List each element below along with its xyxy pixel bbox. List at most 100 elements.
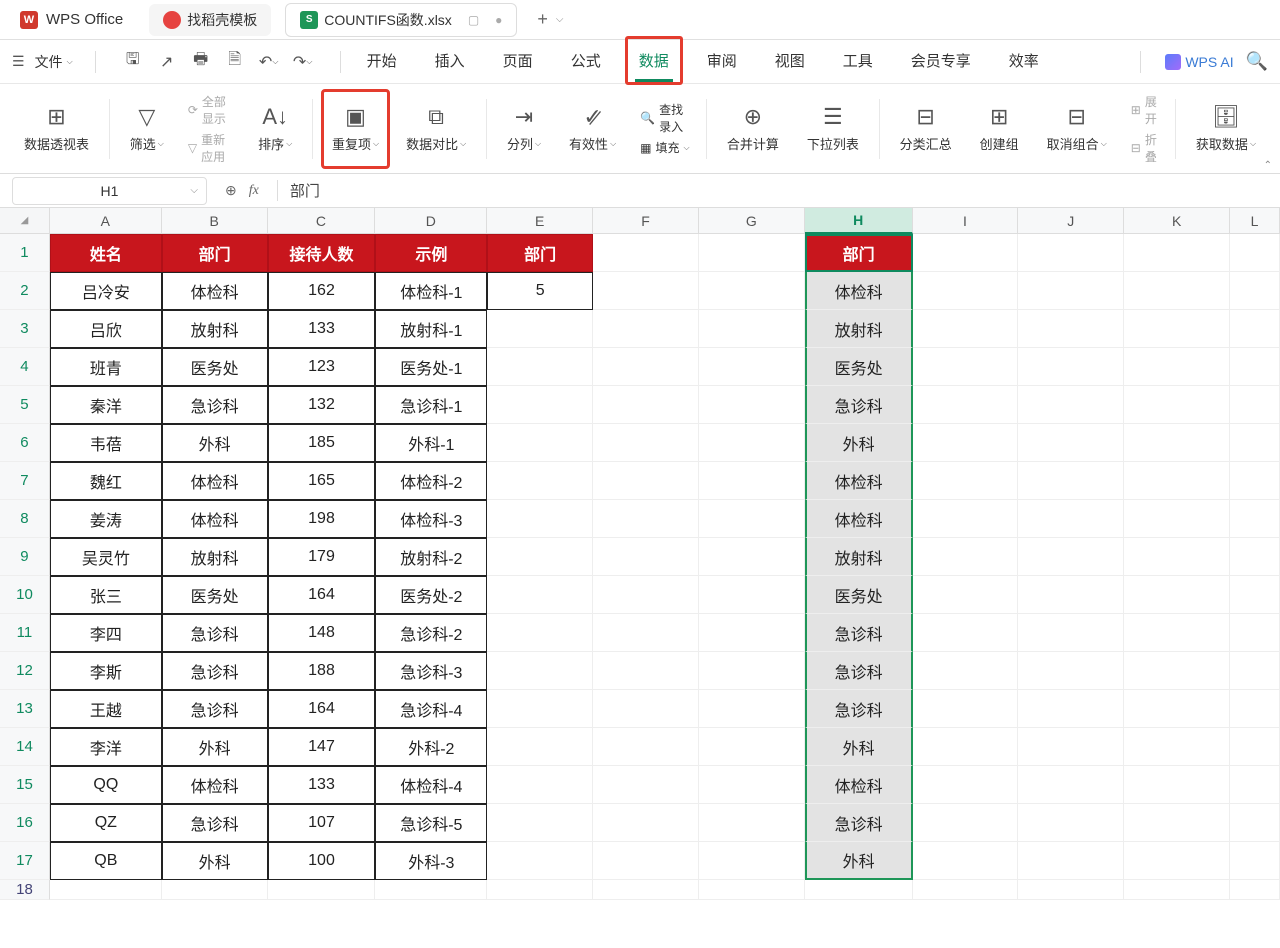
cell-G6[interactable] xyxy=(699,424,805,462)
print-preview-icon[interactable]: 🗎 xyxy=(226,53,244,71)
cell-D1[interactable]: 示例 xyxy=(375,234,487,272)
cell-L3[interactable] xyxy=(1230,310,1280,348)
cell-D6[interactable]: 外科-1 xyxy=(375,424,487,462)
cell-K3[interactable] xyxy=(1124,310,1230,348)
cell-E9[interactable] xyxy=(487,538,593,576)
cell-G4[interactable] xyxy=(699,348,805,386)
cell-C13[interactable]: 164 xyxy=(268,690,376,728)
cell-B3[interactable]: 放射科 xyxy=(162,310,268,348)
cell-K12[interactable] xyxy=(1124,652,1230,690)
undo-icon[interactable]: ↶⌵ xyxy=(260,53,278,71)
new-tab-button[interactable]: + xyxy=(537,9,548,30)
hamburger-icon[interactable]: ☰ xyxy=(12,53,25,70)
cell-D9[interactable]: 放射科-2 xyxy=(375,538,487,576)
cell-J3[interactable] xyxy=(1018,310,1124,348)
row-header[interactable]: 17 xyxy=(0,842,50,880)
row-header[interactable]: 3 xyxy=(0,310,50,348)
cell-B2[interactable]: 体检科 xyxy=(162,272,268,310)
menu-tools[interactable]: 工具 xyxy=(839,42,877,82)
cell-G18[interactable] xyxy=(699,880,805,900)
menu-insert[interactable]: 插入 xyxy=(431,42,469,82)
cell-B10[interactable]: 医务处 xyxy=(162,576,268,614)
cell-C11[interactable]: 148 xyxy=(268,614,376,652)
cell-D8[interactable]: 体检科-3 xyxy=(375,500,487,538)
cell-D14[interactable]: 外科-2 xyxy=(375,728,487,766)
cell-H18[interactable] xyxy=(805,880,913,900)
cell-A14[interactable]: 李洋 xyxy=(50,728,162,766)
cell-D18[interactable] xyxy=(375,880,487,900)
cell-J7[interactable] xyxy=(1018,462,1124,500)
menu-review[interactable]: 审阅 xyxy=(703,42,741,82)
cell-L13[interactable] xyxy=(1230,690,1280,728)
cell-K5[interactable] xyxy=(1124,386,1230,424)
row-header[interactable]: 7 xyxy=(0,462,50,500)
cell-F16[interactable] xyxy=(593,804,699,842)
tab-close-icon[interactable]: ● xyxy=(495,13,502,27)
cell-F5[interactable] xyxy=(593,386,699,424)
subtotal-button[interactable]: ⊟ 分类汇总 xyxy=(888,89,964,169)
cell-L18[interactable] xyxy=(1230,880,1280,900)
cell-I17[interactable] xyxy=(913,842,1019,880)
cell-B1[interactable]: 部门 xyxy=(162,234,268,272)
cell-A1[interactable]: 姓名 xyxy=(50,234,162,272)
cell-G10[interactable] xyxy=(699,576,805,614)
cell-C10[interactable]: 164 xyxy=(268,576,376,614)
cell-E18[interactable] xyxy=(487,880,593,900)
cell-G13[interactable] xyxy=(699,690,805,728)
cell-G8[interactable] xyxy=(699,500,805,538)
cell-B16[interactable]: 急诊科 xyxy=(162,804,268,842)
cell-E12[interactable] xyxy=(487,652,593,690)
filter-button[interactable]: ▽ 筛选⌵ xyxy=(118,89,176,169)
cell-K18[interactable] xyxy=(1124,880,1230,900)
wps-ai-button[interactable]: WPS AI xyxy=(1165,54,1233,70)
cell-G9[interactable] xyxy=(699,538,805,576)
cell-K2[interactable] xyxy=(1124,272,1230,310)
cell-C12[interactable]: 188 xyxy=(268,652,376,690)
cell-I13[interactable] xyxy=(913,690,1019,728)
cell-A12[interactable]: 李斯 xyxy=(50,652,162,690)
cell-K15[interactable] xyxy=(1124,766,1230,804)
cell-K9[interactable] xyxy=(1124,538,1230,576)
cell-K4[interactable] xyxy=(1124,348,1230,386)
cell-E4[interactable] xyxy=(487,348,593,386)
cell-A9[interactable]: 吴灵竹 xyxy=(50,538,162,576)
cell-A7[interactable]: 魏红 xyxy=(50,462,162,500)
name-box[interactable]: H1 ⌵ xyxy=(12,177,207,205)
row-header[interactable]: 5 xyxy=(0,386,50,424)
ungroup-button[interactable]: ⊟ 取消组合⌵ xyxy=(1035,89,1119,169)
cell-E5[interactable] xyxy=(487,386,593,424)
cell-L7[interactable] xyxy=(1230,462,1280,500)
menu-member[interactable]: 会员专享 xyxy=(907,42,975,82)
cell-E1[interactable]: 部门 xyxy=(487,234,593,272)
cell-H15[interactable]: 体检科 xyxy=(805,766,913,804)
cell-I14[interactable] xyxy=(913,728,1019,766)
cell-I9[interactable] xyxy=(913,538,1019,576)
cell-I4[interactable] xyxy=(913,348,1019,386)
get-data-button[interactable]: 🗄 获取数据⌵ xyxy=(1184,89,1268,169)
cell-C4[interactable]: 123 xyxy=(268,348,376,386)
row-header[interactable]: 8 xyxy=(0,500,50,538)
cell-E13[interactable] xyxy=(487,690,593,728)
cell-C3[interactable]: 133 xyxy=(268,310,376,348)
cell-K6[interactable] xyxy=(1124,424,1230,462)
col-header-E[interactable]: E xyxy=(487,208,593,234)
cell-L8[interactable] xyxy=(1230,500,1280,538)
cell-C14[interactable]: 147 xyxy=(268,728,376,766)
cell-C5[interactable]: 132 xyxy=(268,386,376,424)
cell-F15[interactable] xyxy=(593,766,699,804)
cell-D10[interactable]: 医务处-2 xyxy=(375,576,487,614)
cell-F1[interactable] xyxy=(593,234,699,272)
cell-D2[interactable]: 体检科-1 xyxy=(375,272,487,310)
cell-F3[interactable] xyxy=(593,310,699,348)
cell-J11[interactable] xyxy=(1018,614,1124,652)
row-header[interactable]: 13 xyxy=(0,690,50,728)
cell-I2[interactable] xyxy=(913,272,1019,310)
cell-A3[interactable]: 吕欣 xyxy=(50,310,162,348)
col-header-C[interactable]: C xyxy=(268,208,376,234)
cell-C17[interactable]: 100 xyxy=(268,842,376,880)
cell-D12[interactable]: 急诊科-3 xyxy=(375,652,487,690)
row-header[interactable]: 18 xyxy=(0,880,50,900)
cell-B7[interactable]: 体检科 xyxy=(162,462,268,500)
cell-B6[interactable]: 外科 xyxy=(162,424,268,462)
search-icon[interactable]: 🔍 xyxy=(1246,51,1268,72)
